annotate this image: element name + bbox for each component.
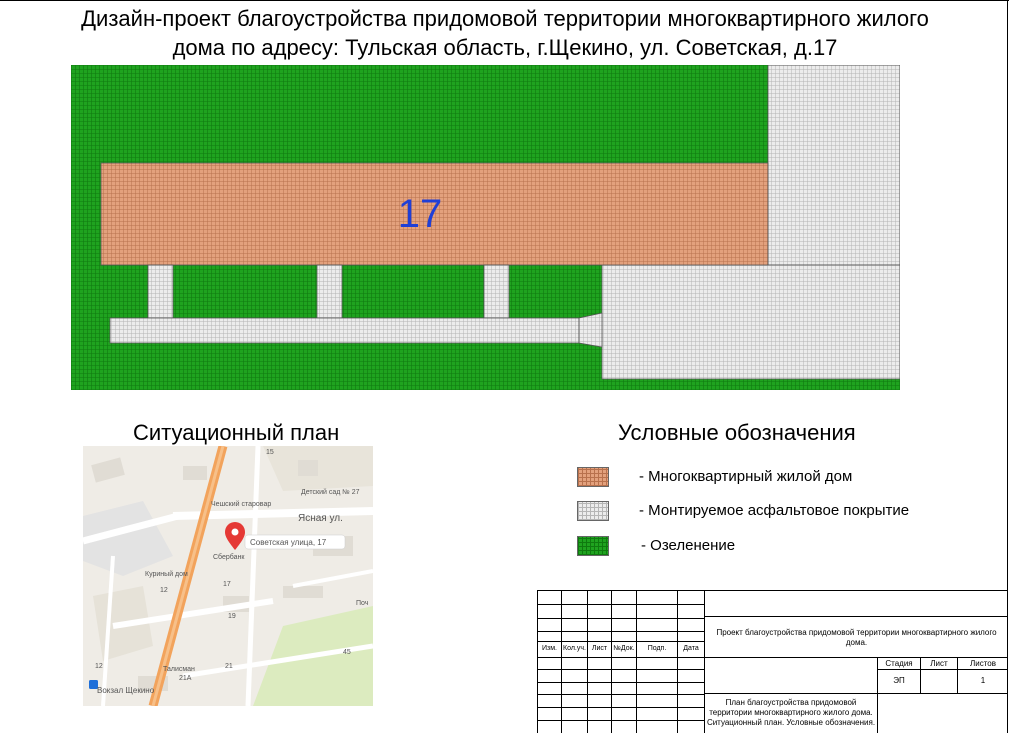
situation-map-drawing: Ясная ул. Детский сад № 27 Чешский старо… xyxy=(83,446,373,706)
stamp-stage-label: Стадия xyxy=(885,659,913,668)
map-label-house-shop: Куриный дом xyxy=(145,570,188,578)
stamp-header-sign: Подп. xyxy=(647,645,667,652)
map-label-post: Поч xyxy=(356,600,369,607)
map-label-shop: Чешский старовар xyxy=(211,500,271,508)
stamp-project-name: Проект благоустройства придомовой террит… xyxy=(716,628,997,647)
legend-title: Условные обозначения xyxy=(618,420,856,445)
situation-plan-title: Ситуационный план xyxy=(133,420,340,445)
stamp-stage-value: ЭП xyxy=(893,676,905,685)
sidewalk xyxy=(109,317,580,344)
stamp-sheets-value: 1 xyxy=(980,676,986,685)
map-label-house-19: 19 xyxy=(228,613,236,620)
entrance-path-2 xyxy=(316,264,343,319)
map-label-house-12b: 12 xyxy=(95,663,103,670)
stamp-header-count: Кол.уч. xyxy=(563,645,586,652)
frame-top-line xyxy=(0,0,1009,1)
map-label-talisman: Талисман xyxy=(163,666,195,673)
building-number: 17 xyxy=(398,192,443,236)
asphalt-parking xyxy=(601,264,900,380)
map-label-house-15: 15 xyxy=(266,449,274,456)
asphalt-right-strip xyxy=(767,65,900,266)
legend-label-building: - Многоквартирный жилой дом xyxy=(639,468,853,485)
title-line-1: Дизайн-проект благоустройства придомовой… xyxy=(81,6,929,31)
stamp-sheets-label: Листов xyxy=(970,659,996,668)
situation-map: Ясная ул. Детский сад № 27 Чешский старо… xyxy=(83,446,373,706)
entrance-path-1 xyxy=(147,264,174,319)
stamp-sheet-title: План благоустройства придомовой территор… xyxy=(706,698,876,727)
stamp-header-date: Дата xyxy=(683,645,699,652)
map-label-house-21: 21 xyxy=(225,663,233,670)
sidewalk-transition xyxy=(578,312,603,348)
title-line-2: дома по адресу: Тульская область, г.Щеки… xyxy=(172,35,838,60)
map-label-house-17: 17 xyxy=(223,581,231,588)
legend-label-asphalt: - Монтируемое асфальтовое покрытие xyxy=(639,502,910,519)
legend-swatch-greenery xyxy=(577,536,609,556)
legend-swatch-building xyxy=(577,467,609,487)
title-block: Изм. Кол.уч. Лист №Док. Подп. Дата Проек… xyxy=(537,590,1008,733)
site-plan: 17 xyxy=(71,65,900,390)
page-title: Дизайн-проект благоустройства придомовой… xyxy=(10,4,1000,62)
stamp-header-sheet: Лист xyxy=(591,645,608,652)
entrance-path-3 xyxy=(483,264,510,319)
map-label-station: Вокзал Щекино xyxy=(97,686,155,695)
map-label-address: Советская улица, 17 xyxy=(250,538,327,547)
map-label-house-45: 45 xyxy=(343,649,351,656)
site-plan-drawing: 17 xyxy=(71,65,900,390)
stamp-header-doc: №Док. xyxy=(613,645,635,652)
map-label-bank: Сбербанк xyxy=(213,553,245,561)
legend-label-greenery: - Озеленение xyxy=(641,537,736,554)
map-label-house-21a: 21А xyxy=(179,675,192,682)
legend-swatch-asphalt xyxy=(577,501,609,521)
map-label-house-12: 12 xyxy=(160,587,168,594)
stamp-sheet-label: Лист xyxy=(930,659,948,668)
stamp-header-change: Изм. xyxy=(542,645,557,652)
map-label-kindergarten: Детский сад № 27 xyxy=(301,488,360,496)
map-label-street: Ясная ул. xyxy=(298,513,343,524)
